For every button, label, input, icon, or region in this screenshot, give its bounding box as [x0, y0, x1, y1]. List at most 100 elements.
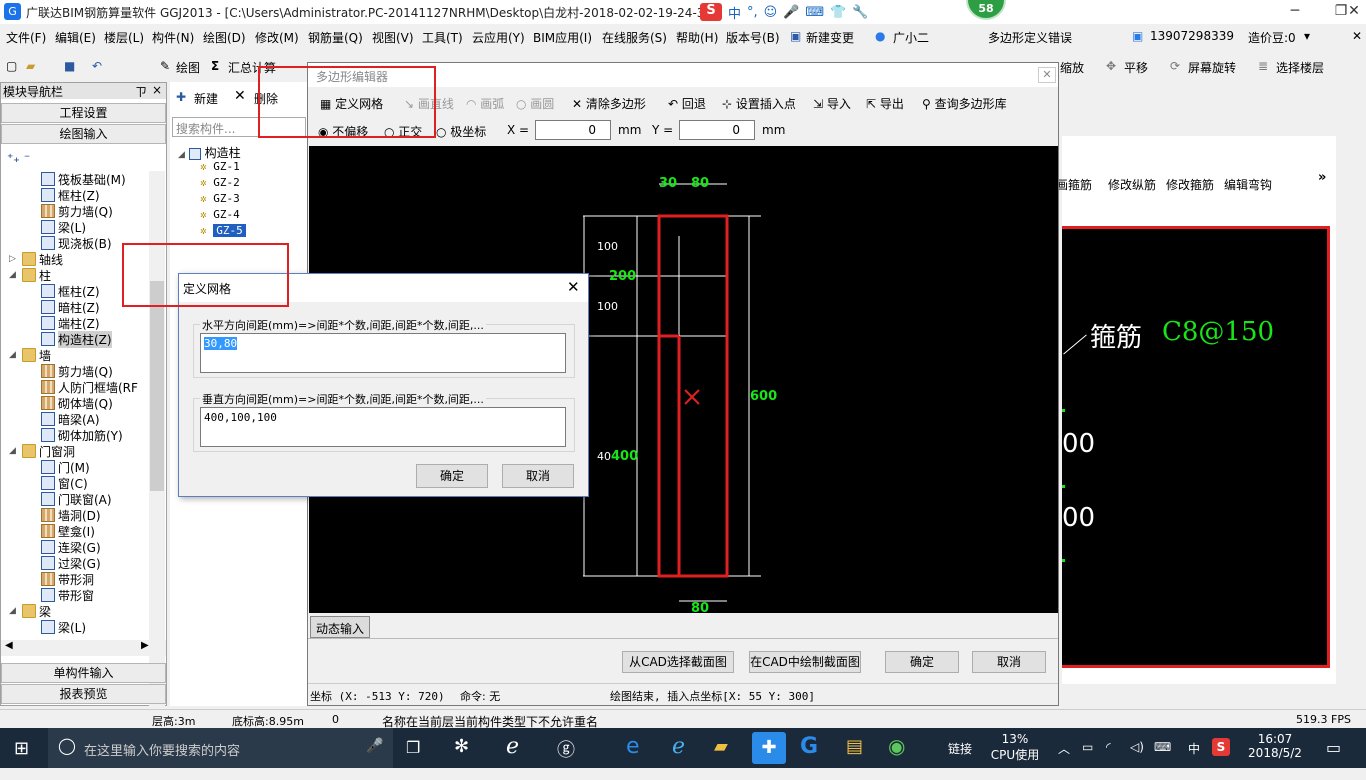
- keyboard-tray-icon[interactable]: ⌨: [1154, 740, 1171, 780]
- menu-edit[interactable]: 编辑(E): [55, 29, 96, 46]
- tree-root[interactable]: ◢ 构造柱: [178, 144, 241, 161]
- menu-bim[interactable]: BIM应用(I): [533, 29, 592, 46]
- nav-tree-item[interactable]: 门(M): [41, 459, 90, 475]
- nav-tree-item[interactable]: 带形洞: [41, 571, 94, 587]
- tool-insert-point[interactable]: ⊹ 设置插入点: [722, 95, 796, 112]
- new-file-icon[interactable]: ▢: [6, 59, 17, 73]
- nav-tree-item[interactable]: 暗梁(A): [41, 411, 100, 427]
- menu-online[interactable]: 在线服务(S): [602, 29, 667, 46]
- nav-tree-item[interactable]: 剪力墙(Q): [41, 203, 113, 219]
- pan-button[interactable]: 平移: [1124, 59, 1148, 76]
- close-button[interactable]: ✕: [1342, 0, 1366, 24]
- dialog-close-button[interactable]: ✕: [567, 278, 580, 296]
- report-preview-button[interactable]: 报表预览: [1, 684, 166, 704]
- cpu-meter[interactable]: 13% CPU使用: [990, 732, 1040, 763]
- nav-tree-item[interactable]: 墙洞(D): [41, 507, 101, 523]
- horizontal-spacing-input[interactable]: 30,80: [200, 333, 566, 373]
- phone-number[interactable]: 13907298339: [1150, 29, 1234, 43]
- nav-tree-item[interactable]: 窗(C): [41, 475, 88, 491]
- component-item[interactable]: ✲ GZ-1: [200, 160, 240, 176]
- minimize-button[interactable]: ─: [1272, 0, 1318, 24]
- swirl-app-icon[interactable]: ⓖ: [557, 736, 575, 776]
- x-input[interactable]: 0: [535, 120, 611, 140]
- menu-cloud[interactable]: 云应用(Y): [472, 29, 525, 46]
- tree-toggle-icon[interactable]: ◢: [9, 606, 19, 616]
- tree-toggle-icon[interactable]: ◢: [9, 270, 19, 280]
- nav-tree-item[interactable]: 砌体墙(Q): [41, 395, 113, 411]
- sogou-tray-icon[interactable]: S: [1212, 738, 1230, 756]
- nav-tree-item[interactable]: ◢ 梁: [9, 603, 51, 619]
- wifi-icon[interactable]: ◜: [1106, 740, 1111, 780]
- nav-tree-item[interactable]: 端柱(Z): [41, 315, 100, 331]
- dialog-ok-button[interactable]: 确定: [416, 464, 488, 488]
- nav-close-icon[interactable]: ×: [152, 83, 162, 97]
- error-link[interactable]: 多边形定义错误: [988, 29, 1072, 46]
- notification-icon[interactable]: ▭: [1326, 738, 1341, 778]
- tree-toggle-icon[interactable]: ◢: [9, 446, 19, 456]
- wrench-icon[interactable]: 🔧: [852, 5, 868, 20]
- save-icon[interactable]: ■: [64, 59, 75, 73]
- edge-icon[interactable]: e: [626, 734, 640, 774]
- nav-tree-item[interactable]: 暗柱(Z): [41, 299, 100, 315]
- nav-tree-item[interactable]: 门联窗(A): [41, 491, 112, 507]
- nav-tree-item[interactable]: ▷ 轴线: [9, 251, 63, 267]
- menu-assistant[interactable]: 广小二: [893, 29, 929, 46]
- close-doc-icon[interactable]: ✕: [1352, 29, 1362, 43]
- nav-tree-item[interactable]: 带形窗: [41, 587, 94, 603]
- menu-file[interactable]: 文件(F): [6, 29, 46, 46]
- ie-app-icon[interactable]: ℯ: [506, 734, 519, 774]
- new-component-button[interactable]: 新建: [194, 90, 218, 107]
- nav-tree-item[interactable]: 框柱(Z): [41, 283, 100, 299]
- tree-toggle-icon[interactable]: ▷: [9, 254, 19, 264]
- component-item[interactable]: ✲ GZ-5: [200, 224, 246, 240]
- component-item[interactable]: ✲ GZ-3: [200, 192, 240, 208]
- link-label[interactable]: 链接: [948, 740, 972, 780]
- notification-badge[interactable]: 58: [966, 0, 1006, 20]
- nav-tree-item[interactable]: 剪力墙(Q): [41, 363, 113, 379]
- scroll-thumb[interactable]: [150, 281, 164, 491]
- nav-hscroll[interactable]: ◀ ▶: [1, 640, 166, 656]
- modify-long-rebar-tool[interactable]: 修改纵筋: [1108, 176, 1156, 193]
- draw-in-cad-button[interactable]: 在CAD中绘制截面图: [749, 651, 861, 673]
- nav-tree-item[interactable]: 框柱(Z): [41, 187, 100, 203]
- nav-tree-item[interactable]: ◢ 柱: [9, 267, 51, 283]
- fan-app-icon[interactable]: ✻: [454, 736, 469, 776]
- ime-lang[interactable]: 中: [728, 3, 741, 22]
- tool-import[interactable]: ⇲ 导入: [813, 95, 851, 112]
- task-view-icon[interactable]: ❐: [406, 738, 420, 778]
- open-folder-icon[interactable]: ▰: [26, 59, 35, 73]
- modify-stirrup-tool[interactable]: 修改箍筋: [1166, 176, 1214, 193]
- collapse-icon[interactable]: ◢: [178, 150, 185, 160]
- single-input-button[interactable]: 单构件输入: [1, 663, 166, 683]
- glodon-g-icon[interactable]: G: [800, 734, 818, 774]
- tray-chevron-icon[interactable]: ︿: [1058, 740, 1070, 780]
- menu-modify[interactable]: 修改(M): [255, 29, 299, 46]
- editor-ok-button[interactable]: 确定: [885, 651, 959, 673]
- dialog-cancel-button[interactable]: 取消: [502, 464, 574, 488]
- menu-new-change[interactable]: 新建变更: [806, 29, 854, 46]
- mic-icon[interactable]: 🎤: [783, 5, 799, 20]
- beans-count[interactable]: 造价豆:0: [1248, 29, 1296, 46]
- volume-icon[interactable]: ◁): [1130, 740, 1144, 780]
- skin-icon[interactable]: 👕: [830, 5, 846, 20]
- keyboard-icon[interactable]: ⌨: [805, 5, 824, 20]
- select-from-cad-button[interactable]: 从CAD选择截面图: [622, 651, 734, 673]
- menu-tools[interactable]: 工具(T): [422, 29, 463, 46]
- ie-icon[interactable]: ℯ: [672, 734, 685, 774]
- editor-close-button[interactable]: ✕: [1038, 67, 1056, 83]
- nav-tree-item[interactable]: 构造柱(Z): [41, 330, 112, 348]
- dropdown-icon[interactable]: ▾: [1304, 29, 1310, 43]
- nav-tree-item[interactable]: 壁龛(I): [41, 523, 95, 539]
- drawing-input-button[interactable]: 绘图输入: [1, 124, 166, 144]
- mic-search-icon[interactable]: 🎤: [366, 738, 383, 754]
- menu-floor[interactable]: 楼层(L): [104, 29, 144, 46]
- draw-stirrup-tool[interactable]: 画箍筋: [1056, 176, 1092, 193]
- clock[interactable]: 16:07 2018/5/2: [1240, 732, 1310, 760]
- component-item[interactable]: ✲ GZ-2: [200, 176, 240, 192]
- tool-circle[interactable]: ○ 画圆: [516, 95, 554, 112]
- nav-tree-item[interactable]: 人防门框墙(RF: [41, 379, 138, 395]
- dynamic-input-tab[interactable]: 动态输入: [310, 616, 370, 638]
- emoji-icon[interactable]: ☺: [764, 5, 778, 20]
- ime-toolbar[interactable]: S 中 °, ☺ 🎤 ⌨ 👕 🔧: [700, 2, 910, 22]
- editor-cancel-button[interactable]: 取消: [972, 651, 1046, 673]
